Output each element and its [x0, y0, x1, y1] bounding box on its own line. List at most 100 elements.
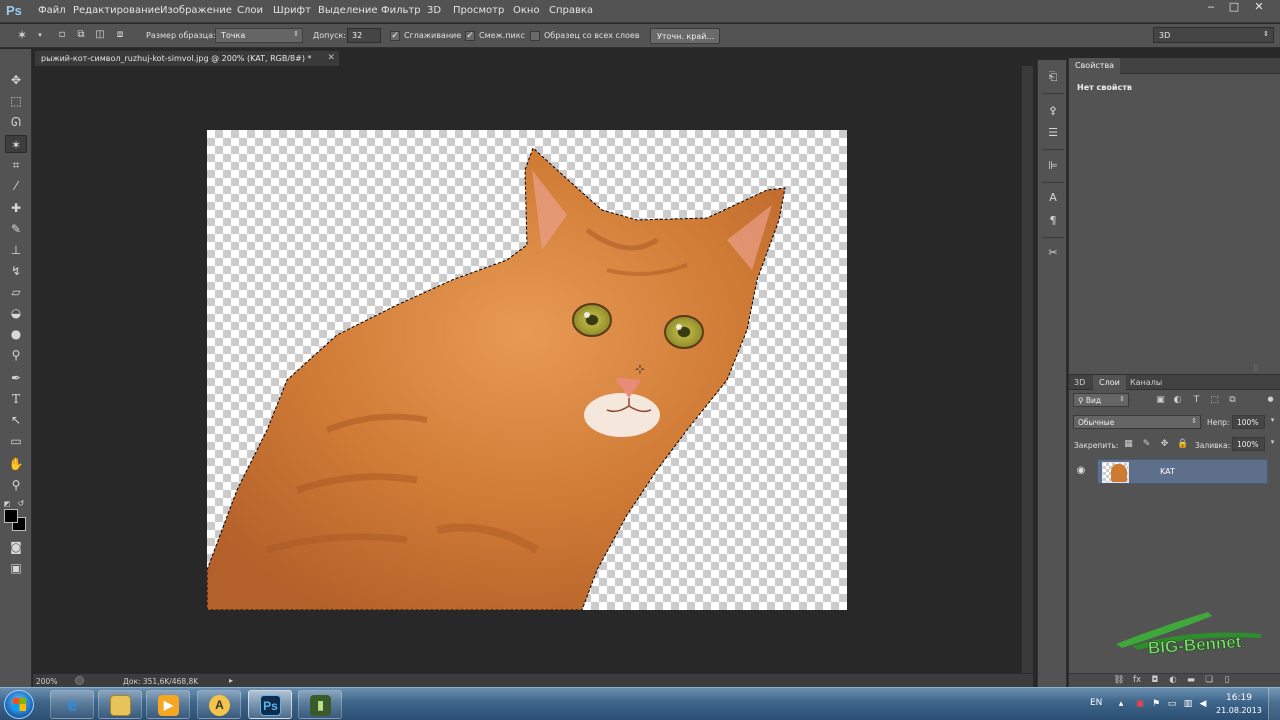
sample-all-layers-checkbox[interactable] — [530, 31, 540, 41]
tray-expand-icon[interactable]: ▴ — [1115, 699, 1127, 709]
taskbar-app[interactable]: ▮ — [298, 690, 342, 719]
trash-icon[interactable]: ▯ — [1221, 675, 1233, 685]
paragraph-panel-icon[interactable]: ¶ — [1044, 212, 1062, 230]
lock-all-icon[interactable]: 🔒 — [1177, 439, 1188, 449]
clock-date[interactable]: 21.08.2013 — [1216, 706, 1262, 715]
zoom-tool-icon[interactable]: ⚲ — [5, 476, 27, 494]
eraser-tool-icon[interactable]: ▱ — [5, 283, 27, 301]
tray-device-icon[interactable]: ▭ — [1166, 699, 1178, 709]
foreground-color-swatch[interactable] — [4, 509, 18, 523]
sliders-panel-icon[interactable]: ☰ — [1044, 124, 1062, 142]
taskbar-aimp[interactable]: A — [197, 690, 241, 719]
lock-pixels-icon[interactable]: ✎ — [1141, 439, 1152, 449]
zoom-preview-icon[interactable] — [75, 676, 84, 685]
start-button[interactable] — [4, 690, 34, 719]
antialias-checkbox[interactable]: ✓ — [390, 31, 400, 41]
close-icon[interactable]: ✕ — [327, 53, 335, 63]
new-selection-icon[interactable]: ▫ — [56, 29, 68, 41]
menu-edit[interactable]: Редактирование — [73, 5, 160, 16]
add-to-selection-icon[interactable]: ⧉ — [75, 29, 87, 41]
adjustment-layer-icon[interactable]: ◐ — [1167, 675, 1179, 685]
tab-channels[interactable]: Каналы — [1125, 378, 1167, 387]
fill-input[interactable]: 100% — [1232, 437, 1265, 451]
document-tab[interactable]: рыжий-кот-символ_ruzhuj-kot-simvol.jpg @… — [34, 50, 340, 66]
close-button[interactable]: ✕ — [1246, 0, 1272, 16]
show-desktop-button[interactable] — [1268, 688, 1280, 720]
menu-select[interactable]: Выделение — [318, 5, 378, 16]
tray-volume-icon[interactable]: ◀ — [1197, 699, 1209, 709]
contiguous-checkbox[interactable]: ✓ — [465, 31, 475, 41]
healing-brush-tool-icon[interactable]: ✚ — [5, 199, 27, 217]
menu-image[interactable]: Изображение — [160, 5, 232, 16]
lasso-tool-icon[interactable]: ᘏ — [5, 113, 27, 131]
layer-row[interactable]: KAT — [1097, 459, 1268, 484]
filter-adjustment-icon[interactable]: ◐ — [1172, 395, 1183, 405]
filter-smart-object-icon[interactable]: ⧉ — [1227, 395, 1238, 405]
tray-antivirus-icon[interactable]: ▣ — [1134, 699, 1146, 709]
refine-edge-button[interactable]: Уточн. край... — [650, 28, 720, 44]
trash-icon[interactable]: ▯ — [1254, 363, 1258, 372]
quick-mask-icon[interactable]: ◙ — [5, 538, 27, 556]
menu-window[interactable]: Окно — [513, 5, 540, 16]
magic-wand-tool-icon[interactable]: ✶ — [5, 135, 27, 153]
sample-size-select[interactable]: Точка ⇕ — [215, 28, 303, 43]
fill-dropdown-icon[interactable]: ▾ — [1267, 438, 1278, 446]
pen-tool-icon[interactable]: ✒ — [5, 369, 27, 387]
menu-view[interactable]: Просмотр — [453, 5, 504, 16]
keyboard-language[interactable]: EN — [1090, 698, 1102, 708]
brush-tool-icon[interactable]: ✎ — [5, 220, 27, 238]
blend-mode-select[interactable]: Обычные ⇕ — [1073, 415, 1201, 429]
new-group-icon[interactable]: ▬ — [1185, 675, 1197, 685]
preset-dropdown-icon[interactable]: ▾ — [34, 29, 46, 41]
taskbar-explorer[interactable] — [98, 690, 142, 719]
tray-flag-icon[interactable]: ⚑ — [1150, 699, 1162, 709]
move-tool-icon[interactable]: ✥ — [5, 71, 27, 89]
shape-tool-icon[interactable]: ▭ — [5, 432, 27, 450]
layer-filter-select[interactable]: ⚲ Вид ⇕ — [1073, 393, 1129, 407]
new-layer-icon[interactable]: ❏ — [1203, 675, 1215, 685]
marquee-tool-icon[interactable]: ⬚ — [5, 92, 27, 110]
document-canvas[interactable]: ⊹ — [207, 130, 847, 610]
type-tool-icon[interactable]: T — [5, 390, 27, 408]
gradient-tool-icon[interactable]: ◒ — [5, 304, 27, 322]
tolerance-input[interactable]: 32 — [347, 28, 381, 43]
opacity-dropdown-icon[interactable]: ▾ — [1267, 416, 1278, 424]
menu-help[interactable]: Справка — [549, 5, 593, 16]
link-layers-icon[interactable]: ⛓ — [1113, 675, 1125, 685]
filter-pixel-icon[interactable]: ▣ — [1155, 395, 1166, 405]
eye-icon[interactable]: ◉ — [1074, 465, 1088, 476]
add-mask-icon[interactable]: ◘ — [1149, 675, 1161, 685]
crop-tool-icon[interactable]: ⌗ — [5, 156, 27, 174]
dodge-tool-icon[interactable]: ⚲ — [5, 346, 27, 364]
filter-type-icon[interactable]: T — [1191, 395, 1202, 405]
clock-time[interactable]: 16:19 — [1226, 693, 1252, 703]
filter-toggle-icon[interactable]: ● — [1265, 395, 1276, 403]
lock-transparency-icon[interactable]: ▦ — [1123, 439, 1134, 449]
tab-properties[interactable]: Свойства — [1069, 58, 1121, 74]
intersect-selection-icon[interactable]: ⧈ — [114, 29, 126, 41]
menu-layers[interactable]: Слои — [237, 5, 263, 16]
vertical-scrollbar[interactable] — [1021, 66, 1033, 673]
taskbar-internet-explorer[interactable]: e — [50, 690, 94, 719]
tray-network-icon[interactable]: ▥ — [1182, 699, 1194, 709]
menu-filter[interactable]: Фильтр — [381, 5, 421, 16]
taskbar-photoshop[interactable]: Ps — [248, 690, 292, 719]
lock-position-icon[interactable]: ✥ — [1159, 439, 1170, 449]
history-panel-icon[interactable]: ⎗ — [1044, 68, 1062, 86]
screen-mode-icon[interactable]: ▣ — [5, 559, 27, 577]
tool-presets-panel-icon[interactable]: ✂ — [1044, 244, 1062, 262]
character-panel-icon[interactable]: A — [1044, 189, 1062, 207]
taskbar-media-player[interactable]: ▶ — [146, 690, 190, 719]
maximize-button[interactable]: □ — [1221, 0, 1247, 16]
tab-layers[interactable]: Слои — [1093, 375, 1126, 390]
menu-file[interactable]: Файл — [38, 5, 66, 16]
zoom-level[interactable]: 200% — [36, 677, 57, 686]
filter-shape-icon[interactable]: ⬚ — [1209, 395, 1220, 405]
tab-3d[interactable]: 3D — [1069, 378, 1090, 387]
menu-3d[interactable]: 3D — [427, 5, 441, 16]
layer-style-icon[interactable]: fx — [1131, 675, 1143, 685]
subtract-selection-icon[interactable]: ◫ — [94, 29, 106, 41]
workspace-select[interactable]: 3D ⇕ — [1153, 27, 1274, 43]
clone-stamp-tool-icon[interactable]: ⊥ — [5, 241, 27, 259]
layer-comps-panel-icon[interactable]: ⊫ — [1044, 157, 1062, 175]
